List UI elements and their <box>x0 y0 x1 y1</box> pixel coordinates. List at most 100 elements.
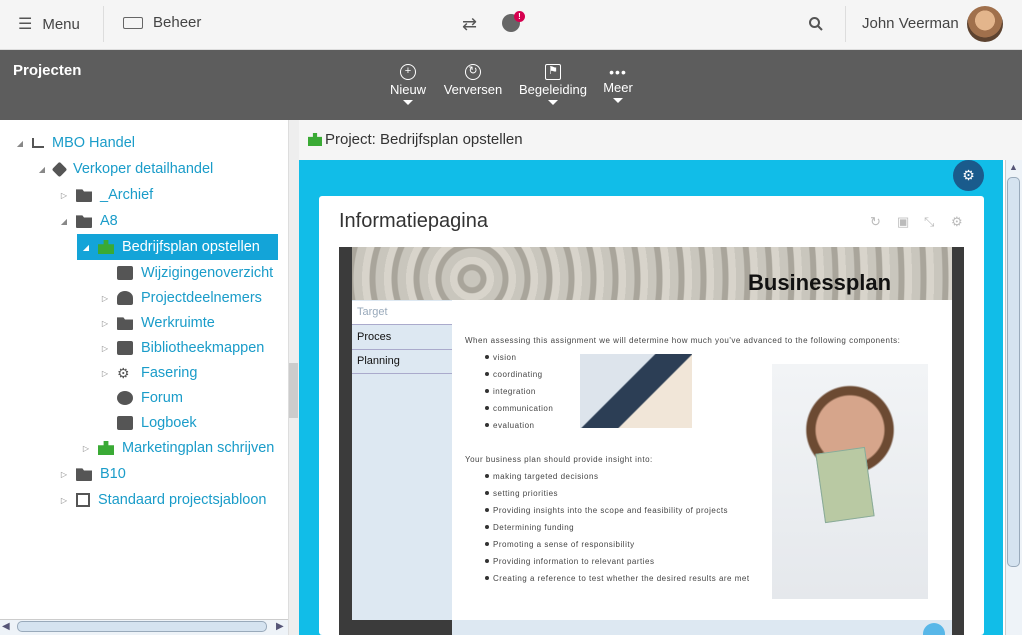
list1-item: integration <box>493 387 536 396</box>
subnav-target[interactable]: Target <box>352 301 452 325</box>
puzzle-icon <box>98 240 114 254</box>
folder-icon <box>76 468 92 481</box>
avatar[interactable] <box>967 6 1003 42</box>
banner-title: Businessplan <box>748 270 892 295</box>
divider <box>103 6 104 42</box>
tree-scroll-thumb[interactable] <box>17 621 267 632</box>
tree-node-label: _Archief <box>100 187 154 203</box>
folders-icon <box>117 317 133 330</box>
tree-node-bedrijfsplan-opstellen[interactable]: ◢ Bedrijfsplan opstellen <box>82 236 260 258</box>
collapse-toggle-icon[interactable]: ▷ <box>101 344 109 353</box>
user-name[interactable]: John Veerman <box>862 15 959 32</box>
more-button[interactable]: ••• Meer <box>602 64 634 103</box>
expand-toggle-icon[interactable]: ◢ <box>38 165 46 174</box>
list2-item: Creating a reference to test whether the… <box>493 574 750 583</box>
tree-node-logboek[interactable]: Logboek <box>101 412 197 434</box>
bullet <box>485 355 489 359</box>
collapse-toggle-icon[interactable]: ▷ <box>60 470 68 479</box>
settings-gear-button[interactable]: ⚙ <box>953 160 984 191</box>
image-icon[interactable]: ▣ <box>897 214 909 230</box>
footer-strip <box>452 620 952 635</box>
tree-node-label: Projectdeelnemers <box>141 290 262 306</box>
tree-node-archief[interactable]: ▷ _Archief <box>60 184 153 206</box>
scroll-up-icon[interactable]: ▲ <box>1009 162 1018 172</box>
caret-down-icon <box>613 98 623 103</box>
tree-node-projectdeelnemers[interactable]: ▷ Projectdeelnemers <box>101 287 262 309</box>
bullet <box>485 559 489 563</box>
tree-node-fasering[interactable]: ▷ ⚙ Fasering <box>101 362 198 384</box>
tree-node-forum[interactable]: Forum <box>101 387 183 409</box>
breadcrumb: Project: Bedrijfsplan opstellen <box>325 131 523 148</box>
modules-icon <box>51 161 68 177</box>
beheer-button[interactable]: Beheer <box>123 14 201 31</box>
collapse-toggle-icon[interactable]: ▷ <box>101 294 109 303</box>
panel-title: Informatiepagina <box>339 210 488 232</box>
list2-item: Determining funding <box>493 523 575 532</box>
collapse-toggle-icon[interactable]: ▷ <box>101 319 109 328</box>
history-icon <box>117 266 133 280</box>
refresh-icon: ↻ <box>465 64 481 80</box>
folder-icon <box>76 189 92 202</box>
tree-node-standaard-projectsjabloon[interactable]: ▷ Standaard projectsjabloon <box>60 489 267 511</box>
plus-circle-icon: + <box>400 64 416 80</box>
signpost-icon: ⚑ <box>545 64 561 80</box>
cogs-icon: ⚙ <box>117 365 130 381</box>
intro-text-2: Your business plan should provide insigh… <box>465 455 653 464</box>
collapse-toggle-icon[interactable]: ▷ <box>82 444 90 453</box>
more-label: Meer <box>603 80 633 95</box>
tree-node-werkruimte[interactable]: ▷ Werkruimte <box>101 312 215 334</box>
scroll-left-icon[interactable]: ◀ <box>2 621 10 632</box>
gear-icon[interactable]: ⚙ <box>951 214 963 230</box>
tree-node-label: Forum <box>141 390 183 406</box>
bullet <box>485 576 489 580</box>
users-icon <box>117 291 133 305</box>
menu-button[interactable]: ☰ Menu <box>18 14 80 34</box>
tree-node-label: Marketingplan schrijven <box>122 440 275 456</box>
splitter-grip[interactable] <box>289 363 298 418</box>
tree-node-label: Verkoper detailhandel <box>73 161 214 177</box>
tree-node-b10[interactable]: ▷ B10 <box>60 463 126 485</box>
collapse-toggle-icon[interactable]: ▷ <box>101 369 109 378</box>
list2-item: Providing insights into the scope and fe… <box>493 506 729 515</box>
tree-node-marketingplan-schrijven[interactable]: ▷ Marketingplan schrijven <box>82 437 274 459</box>
folder-icon <box>76 215 92 228</box>
collapse-toggle-icon[interactable]: ▷ <box>60 191 68 200</box>
bullet <box>485 474 489 478</box>
refresh-button[interactable]: ↻ Verversen <box>443 64 503 97</box>
expand-toggle-icon[interactable]: ◢ <box>60 217 68 226</box>
content-scroll-thumb[interactable] <box>1007 177 1020 567</box>
list1-item: coordinating <box>493 370 543 379</box>
expand-toggle-icon[interactable]: ◢ <box>82 243 90 252</box>
refresh-icon[interactable]: ↻ <box>870 214 881 230</box>
tree-node-label: Standaard projectsjabloon <box>98 492 267 508</box>
more-icon: ••• <box>609 64 627 80</box>
collapse-toggle-icon[interactable]: ▷ <box>60 496 68 505</box>
chat-bubble-icon <box>117 391 133 405</box>
tree-node-wijzigingenoverzicht[interactable]: Wijzigingenoverzicht <box>101 262 273 284</box>
bullet <box>485 525 489 529</box>
tree-node-label: Bedrijfsplan opstellen <box>122 239 260 255</box>
intro-text-1: When assessing this assignment we will d… <box>465 336 901 345</box>
bullet <box>485 542 489 546</box>
swap-icon[interactable]: ⇄ <box>462 14 477 35</box>
template-icon <box>76 493 90 507</box>
tree-node-a8[interactable]: ◢ A8 <box>60 210 118 232</box>
bullet <box>485 372 489 376</box>
scroll-right-icon[interactable]: ▶ <box>276 621 284 632</box>
collapse-icon[interactable]: ⤡ <box>924 214 934 230</box>
new-button[interactable]: + Nieuw <box>389 64 427 105</box>
subnav-proces[interactable]: Proces <box>352 326 452 350</box>
list2-item: Providing information to relevant partie… <box>493 557 655 566</box>
books-icon <box>117 341 133 355</box>
tree-node-mbo-handel[interactable]: ◢ MBO Handel <box>16 132 135 154</box>
expand-toggle-icon[interactable]: ◢ <box>16 139 24 148</box>
search-icon[interactable] <box>808 16 824 37</box>
tree-node-bibliotheekmappen[interactable]: ▷ Bibliotheekmappen <box>101 337 264 359</box>
tree-node-label: B10 <box>100 466 126 482</box>
guidance-button[interactable]: ⚑ Begeleiding <box>518 64 588 105</box>
tree-node-verkoper-detailhandel[interactable]: ◢ Verkoper detailhandel <box>38 158 213 180</box>
page-title: Projecten <box>13 62 82 79</box>
subnav-planning[interactable]: Planning <box>352 350 452 374</box>
book-open-icon <box>117 416 133 430</box>
alert-badge: ! <box>514 11 525 22</box>
